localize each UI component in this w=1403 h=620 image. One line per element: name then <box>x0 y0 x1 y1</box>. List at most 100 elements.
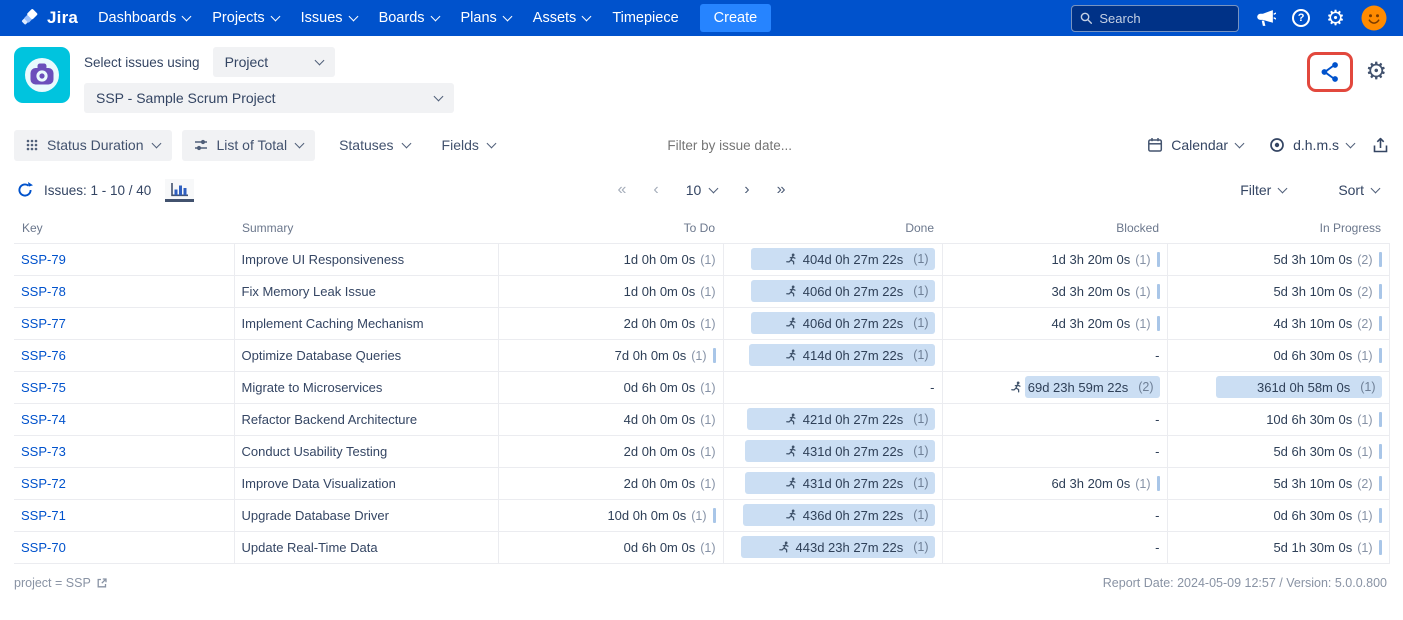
report-type-button[interactable]: Status Duration <box>14 130 172 161</box>
next-page-button[interactable]: › <box>744 182 749 198</box>
first-page-button[interactable]: « <box>617 182 626 198</box>
duration-cell-blocked: 3d 3h 20m 0s(1) <box>942 275 1167 307</box>
refresh-button[interactable] <box>16 181 34 199</box>
duration-value: 5d 3h 10m 0s <box>1273 476 1352 491</box>
issue-summary-cell: Refactor Backend Architecture <box>234 403 498 435</box>
global-search[interactable] <box>1071 5 1239 32</box>
table-row[interactable]: SSP-70 Update Real-Time Data 0d 6h 0m 0s… <box>14 531 1389 563</box>
profile-button[interactable] <box>1361 5 1387 31</box>
duration-cell-todo: 0d 6h 0m 0s(1) <box>498 371 723 403</box>
duration-cell-inprogress: 10d 6h 30m 0s(1) <box>1167 403 1389 435</box>
issue-key-link[interactable]: SSP-76 <box>21 348 66 363</box>
duration-count: (1) <box>1135 477 1150 491</box>
issue-key-cell: SSP-70 <box>14 531 234 563</box>
issue-key-link[interactable]: SSP-79 <box>21 252 66 267</box>
page-size-select[interactable]: 10 <box>686 182 718 198</box>
table-row[interactable]: SSP-79 Improve UI Responsiveness 1d 0h 0… <box>14 243 1389 275</box>
duration-cell-todo: 10d 0h 0m 0s(1) <box>498 499 723 531</box>
pager-row: Issues: 1 - 10 / 40 « ‹ 10 › » Filter So… <box>0 167 1403 213</box>
announcements-button[interactable] <box>1255 8 1276 28</box>
issue-key-link[interactable]: SSP-73 <box>21 444 66 459</box>
issue-key-link[interactable]: SSP-71 <box>21 508 66 523</box>
duration-cell-inprogress: 5d 3h 10m 0s(2) <box>1167 243 1389 275</box>
duration-value: 436d 0h 27m 22s <box>803 508 903 523</box>
column-header-todo: To Do <box>498 213 723 243</box>
calendar-button[interactable]: Calendar <box>1139 137 1251 153</box>
fields-button[interactable]: Fields <box>428 130 509 161</box>
issue-key-cell: SSP-77 <box>14 307 234 339</box>
search-input[interactable] <box>1099 11 1230 26</box>
duration-count: (1) <box>913 284 928 298</box>
issue-source-mode-select[interactable]: Project <box>213 47 335 77</box>
question-mark-icon <box>1292 9 1310 27</box>
share-button-annotation <box>1307 52 1353 92</box>
list-mode-button[interactable]: List of Total <box>182 130 316 161</box>
table-row[interactable]: SSP-75 Migrate to Microservices 0d 6h 0m… <box>14 371 1389 403</box>
chart-view-button[interactable] <box>165 179 194 202</box>
duration-value: 0d 6h 0m 0s <box>624 540 696 555</box>
duration-badge: 406d 0h 27m 22s(1) <box>751 312 935 334</box>
table-row[interactable]: SSP-73 Conduct Usability Testing 2d 0h 0… <box>14 435 1389 467</box>
table-row[interactable]: SSP-77 Implement Caching Mechanism 2d 0h… <box>14 307 1389 339</box>
issue-key-link[interactable]: SSP-70 <box>21 540 66 555</box>
issue-key-link[interactable]: SSP-75 <box>21 380 66 395</box>
duration-cell-blocked: 69d 23h 59m 22s(2) <box>942 371 1167 403</box>
sort-button[interactable]: Sort <box>1330 182 1387 198</box>
create-button[interactable]: Create <box>700 4 772 32</box>
statuses-button[interactable]: Statuses <box>325 130 423 161</box>
table-row[interactable]: SSP-74 Refactor Backend Architecture 4d … <box>14 403 1389 435</box>
issue-date-filter-input[interactable] <box>667 138 872 153</box>
nav-menu-projects[interactable]: Projects <box>201 0 289 36</box>
jql-query[interactable]: project = SSP <box>14 576 108 590</box>
settings-button[interactable]: ⚙ <box>1326 8 1345 29</box>
issue-key-link[interactable]: SSP-78 <box>21 284 66 299</box>
issue-key-link[interactable]: SSP-74 <box>21 412 66 427</box>
duration-cell-inprogress: 0d 6h 30m 0s(1) <box>1167 339 1389 371</box>
header-actions: ⚙ <box>1307 52 1387 92</box>
duration-mini-bar <box>1379 476 1382 491</box>
nav-menu-label: Plans <box>461 10 497 26</box>
duration-cell-todo: 4d 0h 0m 0s(1) <box>498 403 723 435</box>
chevron-down-icon <box>434 91 444 101</box>
nav-menu-boards[interactable]: Boards <box>368 0 450 36</box>
issue-key-cell: SSP-79 <box>14 243 234 275</box>
duration-cell-done: 436d 0h 27m 22s(1) <box>723 499 942 531</box>
project-select[interactable]: SSP - Sample Scrum Project <box>84 83 454 113</box>
table-row[interactable]: SSP-72 Improve Data Visualization 2d 0h … <box>14 467 1389 499</box>
refresh-icon <box>16 181 34 199</box>
duration-cell-todo: 7d 0h 0m 0s(1) <box>498 339 723 371</box>
export-button[interactable] <box>1372 137 1389 154</box>
column-header-key: Key <box>14 213 234 243</box>
duration-value: 6d 3h 20m 0s <box>1051 476 1130 491</box>
help-button[interactable] <box>1292 9 1310 27</box>
duration-format-button[interactable]: d.h.m.s <box>1261 137 1362 153</box>
jira-logo[interactable]: Jira <box>10 7 87 30</box>
chevron-down-icon <box>270 11 280 21</box>
nav-menu-plans[interactable]: Plans <box>450 0 522 36</box>
filter-label: Filter <box>1240 182 1271 198</box>
duration-value: 431d 0h 27m 22s <box>803 476 903 491</box>
fields-label: Fields <box>442 137 479 153</box>
table-row[interactable]: SSP-78 Fix Memory Leak Issue 1d 0h 0m 0s… <box>14 275 1389 307</box>
table-row[interactable]: SSP-71 Upgrade Database Driver 10d 0h 0m… <box>14 499 1389 531</box>
duration-value: - <box>1155 348 1159 363</box>
issue-key-cell: SSP-76 <box>14 339 234 371</box>
duration-count: (1) <box>700 477 715 491</box>
nav-menu-dashboards[interactable]: Dashboards <box>87 0 201 36</box>
nav-menu-assets[interactable]: Assets <box>522 0 602 36</box>
prev-page-button[interactable]: ‹ <box>653 182 658 198</box>
table-row[interactable]: SSP-76 Optimize Database Queries 7d 0h 0… <box>14 339 1389 371</box>
report-settings-button[interactable]: ⚙ <box>1365 60 1387 84</box>
issue-key-cell: SSP-73 <box>14 435 234 467</box>
nav-menu-timepiece[interactable]: Timepiece <box>601 0 689 36</box>
share-button[interactable] <box>1319 61 1341 83</box>
nav-menu-label: Assets <box>533 10 577 26</box>
filter-button[interactable]: Filter <box>1232 182 1294 198</box>
issue-key-link[interactable]: SSP-72 <box>21 476 66 491</box>
last-page-button[interactable]: » <box>777 182 786 198</box>
pager-right-group: Filter Sort <box>1232 182 1387 198</box>
duration-badge: 431d 0h 27m 22s(1) <box>745 440 935 462</box>
issue-key-link[interactable]: SSP-77 <box>21 316 66 331</box>
nav-menu-issues[interactable]: Issues <box>290 0 368 36</box>
duration-value: 3d 3h 20m 0s <box>1051 284 1130 299</box>
